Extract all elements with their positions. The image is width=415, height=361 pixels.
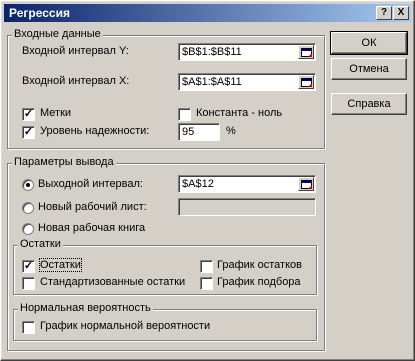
output-range-value: $A$12 [182, 178, 214, 190]
input-y-value: $B$1:$B$11 [182, 46, 242, 58]
regression-dialog: Регрессия ? X Входные данные Входной инт… [0, 0, 415, 361]
standardized-residuals-label: Стандартизованные остатки [40, 276, 186, 288]
input-y-field[interactable]: $B$1:$B$11 [178, 43, 316, 61]
percent-sign: % [226, 125, 236, 137]
residuals-checkbox[interactable]: ✓ [22, 260, 35, 273]
output-range-label: Выходной интервал: [38, 178, 143, 190]
input-x-label: Входной интервал X: [22, 75, 130, 87]
constant-zero-checkbox[interactable] [178, 108, 191, 121]
range-picker-icon[interactable] [298, 75, 314, 89]
cancel-button[interactable]: Отмена [331, 58, 407, 80]
ok-button[interactable]: ОК [330, 31, 408, 55]
standardized-residuals-checkbox[interactable] [22, 277, 35, 290]
labels-checkbox[interactable]: ✓ [22, 108, 35, 121]
output-range-field[interactable]: $A$12 [178, 175, 316, 193]
new-workbook-radio[interactable] [22, 223, 34, 235]
labels-label: Метки [40, 107, 72, 119]
new-sheet-radio[interactable] [22, 202, 34, 214]
confidence-label: Уровень надежности: [40, 125, 150, 137]
normal-plot-label: График нормальной вероятности [40, 320, 211, 332]
output-range-radio[interactable] [22, 179, 34, 191]
close-button[interactable]: X [393, 6, 409, 20]
new-workbook-label: Новая рабочая книга [38, 222, 146, 234]
normal-plot-checkbox[interactable] [22, 321, 35, 334]
confidence-input[interactable]: 95 [178, 123, 220, 141]
range-picker-icon[interactable] [298, 45, 314, 59]
help-button[interactable]: Справка [331, 93, 407, 115]
residuals-label: Остатки [39, 258, 82, 272]
constant-zero-label: Константа - ноль [196, 107, 283, 119]
confidence-checkbox[interactable]: ✓ [22, 126, 35, 139]
residual-plot-checkbox[interactable] [200, 260, 213, 273]
residuals-legend: Остатки [18, 238, 63, 250]
confidence-value: 95 [182, 126, 195, 138]
input-x-value: $A$1:$A$11 [182, 76, 242, 88]
output-options-legend: Параметры вывода [12, 156, 116, 168]
new-sheet-field[interactable] [178, 198, 316, 216]
fit-plot-checkbox[interactable] [200, 277, 213, 290]
window-title: Регрессия [9, 6, 70, 20]
title-bar[interactable]: Регрессия ? X [4, 4, 411, 22]
residual-plot-label: График остатков [217, 259, 302, 271]
new-sheet-label: Новый рабочий лист: [38, 201, 147, 213]
input-data-legend: Входные данные [12, 28, 103, 40]
range-picker-icon[interactable] [298, 177, 314, 191]
input-x-field[interactable]: $A$1:$A$11 [178, 73, 316, 91]
help-question-button[interactable]: ? [376, 6, 392, 20]
normal-probability-legend: Нормальная вероятность [18, 302, 153, 314]
input-y-label: Входной интервал Y: [22, 45, 129, 57]
fit-plot-label: График подбора [217, 276, 301, 288]
